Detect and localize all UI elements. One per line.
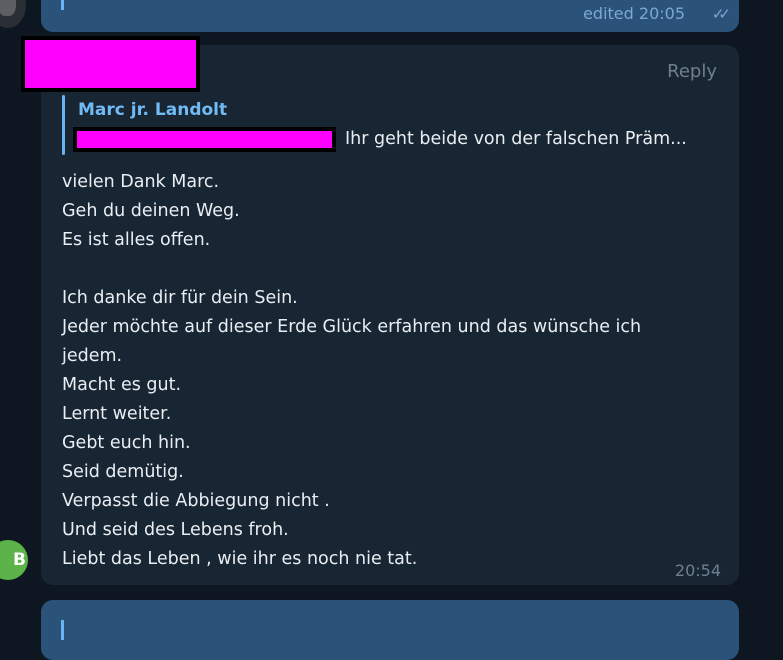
message-line: Es ist alles offen. — [62, 230, 211, 250]
message-line: Seid demütig. — [62, 462, 184, 482]
quote-bar — [61, 0, 64, 10]
message-line: Jeder möchte auf dieser Erde Glück erfah… — [62, 317, 642, 337]
quote-bar — [61, 620, 64, 640]
message-line — [62, 255, 712, 284]
message-line: Und seid des Lebens froh. — [62, 520, 289, 540]
message-line: Verpasst die Abbiegung nicht . — [62, 491, 330, 511]
message-line: Lernt weiter. — [62, 404, 172, 424]
message-line: Gebt euch hin. — [62, 433, 191, 453]
redaction-box — [21, 36, 200, 92]
message-timestamp: 20:54 — [674, 561, 721, 580]
edited-timestamp: edited 20:05 — [583, 4, 685, 23]
message-line: vielen Dank Marc. — [62, 172, 220, 192]
double-check-icon: ✓✓ — [711, 5, 731, 23]
message-text: vielen Dank Marc. Geh du deinen Weg. Es … — [62, 168, 712, 574]
message-line: Liebt das Leben , wie ihr es noch nie ta… — [62, 549, 418, 569]
avatar[interactable] — [0, 0, 26, 28]
quoted-text[interactable]: Ihr geht beide von der falschen Präm... — [345, 129, 687, 149]
redaction-box — [73, 127, 336, 152]
quote-bar — [62, 95, 65, 155]
message-line: jedem. — [62, 346, 123, 366]
message-line: Geh du deinen Weg. — [62, 201, 240, 221]
incoming-message-bubble[interactable]: Reply Marc jr. Landolt Ihr geht beide vo… — [41, 45, 739, 585]
quoted-author[interactable]: Marc jr. Landolt — [78, 100, 227, 120]
message-line: Ich danke dir für dein Sein. — [62, 288, 298, 308]
reply-button[interactable]: Reply — [667, 61, 717, 82]
outgoing-message-bubble[interactable] — [41, 600, 739, 660]
outgoing-message-bubble[interactable]: edited 20:05 ✓✓ — [41, 0, 739, 32]
message-line: Macht es gut. — [62, 375, 182, 395]
sender-avatar[interactable]: B — [0, 540, 28, 580]
